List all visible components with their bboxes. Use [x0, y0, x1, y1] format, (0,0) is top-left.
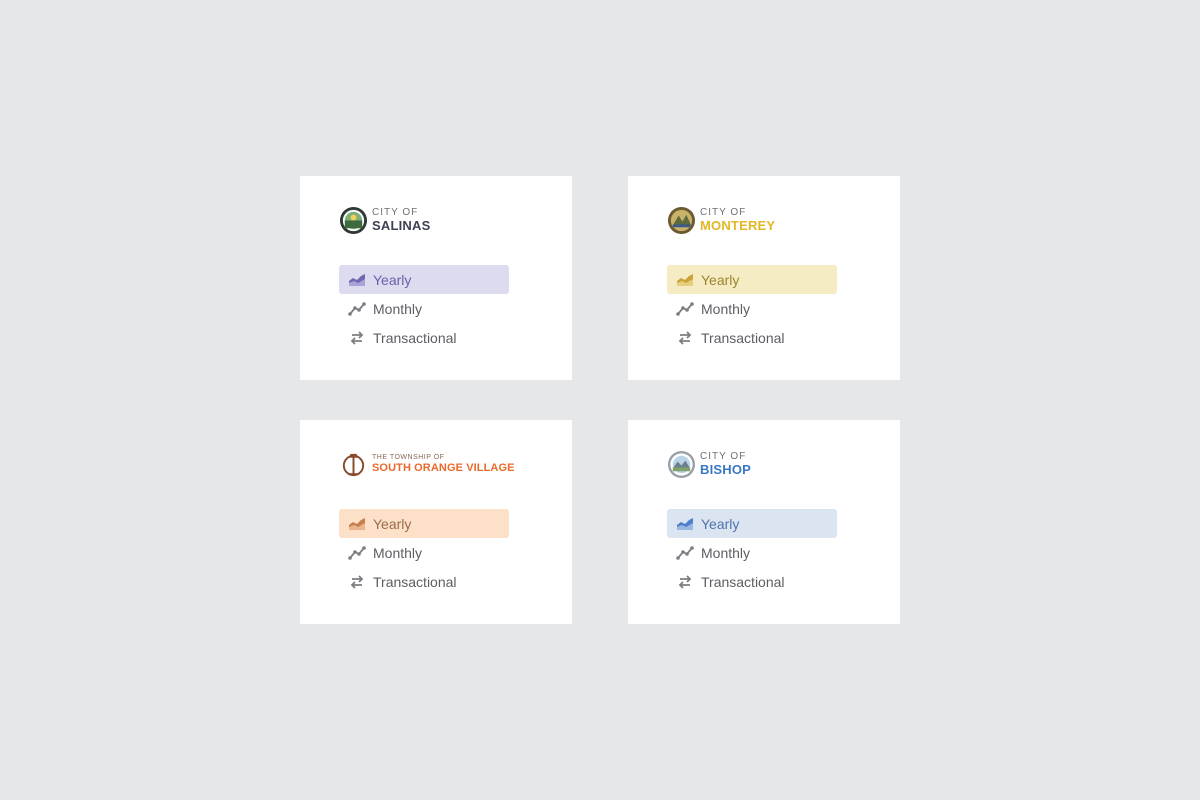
report-menu: Yearly Monthly Transactional: [339, 509, 509, 596]
swap-arrows-icon: [678, 330, 692, 345]
menu-item-transactional[interactable]: Transactional: [667, 567, 837, 596]
menu-item-transactional[interactable]: Transactional: [339, 567, 509, 596]
line-chart-icon: [676, 545, 694, 560]
menu-item-monthly[interactable]: Monthly: [667, 294, 837, 323]
menu-item-label: Transactional: [373, 573, 457, 590]
city-seal-icon: [667, 206, 696, 234]
brand-prefix: CITY OF: [372, 207, 419, 218]
swap-arrows-icon: [350, 330, 364, 345]
menu-item-label: Transactional: [373, 329, 457, 346]
menu-item-label: Yearly: [373, 515, 412, 532]
brand-prefix: THE TOWNSHIP OF: [372, 454, 445, 461]
line-chart-icon: [676, 301, 694, 316]
menu-item-label: Transactional: [701, 329, 785, 346]
menu-item-label: Transactional: [701, 573, 785, 590]
brand-name: SALINAS: [372, 218, 431, 233]
menu-item-monthly[interactable]: Monthly: [667, 538, 837, 567]
menu-item-label: Monthly: [701, 300, 751, 317]
brand-name: SOUTH ORANGE VILLAGE: [372, 462, 515, 474]
menu-item-label: Monthly: [701, 544, 751, 561]
brand-logo: CITY OF SALINAS: [339, 203, 430, 237]
line-chart-icon: [348, 545, 366, 560]
card-south-orange-village: THE TOWNSHIP OF SOUTH ORANGE VILLAGE Yea…: [300, 420, 572, 624]
menu-item-monthly[interactable]: Monthly: [339, 538, 509, 567]
report-menu: Yearly Monthly Transactional: [667, 265, 837, 352]
brand-name: MONTEREY: [700, 218, 776, 233]
menu-item-label: Monthly: [373, 300, 423, 317]
menu-item-yearly[interactable]: Yearly: [339, 265, 509, 294]
brand-prefix: CITY OF: [700, 451, 747, 462]
city-seal-icon: [667, 450, 696, 478]
area-chart-icon: [677, 273, 693, 286]
card-bishop: CITY OF BISHOP Yearly Monthly Transactio…: [628, 420, 900, 624]
menu-item-label: Yearly: [701, 271, 740, 288]
menu-item-yearly[interactable]: Yearly: [667, 509, 837, 538]
lamppost-seal-icon: [342, 453, 365, 476]
menu-item-transactional[interactable]: Transactional: [339, 323, 509, 352]
menu-item-yearly[interactable]: Yearly: [667, 265, 837, 294]
city-seal-icon: [339, 206, 368, 234]
swap-arrows-icon: [350, 574, 364, 589]
area-chart-icon: [349, 517, 365, 530]
area-chart-icon: [349, 273, 365, 286]
menu-item-transactional[interactable]: Transactional: [667, 323, 837, 352]
menu-item-label: Monthly: [373, 544, 423, 561]
card-monterey: CITY OF MONTEREY Yearly Monthly Transact…: [628, 176, 900, 380]
menu-item-monthly[interactable]: Monthly: [339, 294, 509, 323]
report-menu: Yearly Monthly Transactional: [339, 265, 509, 352]
area-chart-icon: [677, 517, 693, 530]
brand-logo: CITY OF MONTEREY: [667, 203, 775, 237]
menu-item-label: Yearly: [373, 271, 412, 288]
brand-prefix: CITY OF: [700, 207, 747, 218]
brand-logo: THE TOWNSHIP OF SOUTH ORANGE VILLAGE: [339, 447, 515, 481]
card-salinas: CITY OF SALINAS Yearly Monthly Transacti…: [300, 176, 572, 380]
brand-logo: CITY OF BISHOP: [667, 447, 751, 481]
report-menu: Yearly Monthly Transactional: [667, 509, 837, 596]
brand-name: BISHOP: [700, 462, 752, 477]
line-chart-icon: [348, 301, 366, 316]
menu-item-yearly[interactable]: Yearly: [339, 509, 509, 538]
menu-item-label: Yearly: [701, 515, 740, 532]
swap-arrows-icon: [678, 574, 692, 589]
